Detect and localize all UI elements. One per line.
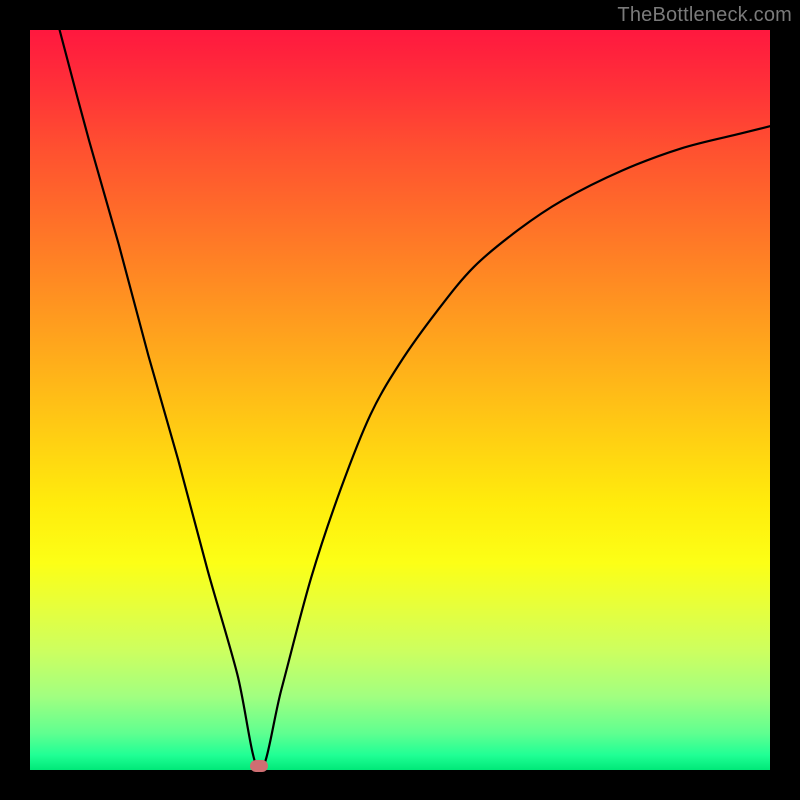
minimum-marker: [250, 760, 268, 772]
chart-frame: TheBottleneck.com: [0, 0, 800, 800]
watermark-text: TheBottleneck.com: [617, 4, 792, 27]
plot-area: [30, 30, 770, 770]
bottleneck-curve: [30, 30, 770, 770]
